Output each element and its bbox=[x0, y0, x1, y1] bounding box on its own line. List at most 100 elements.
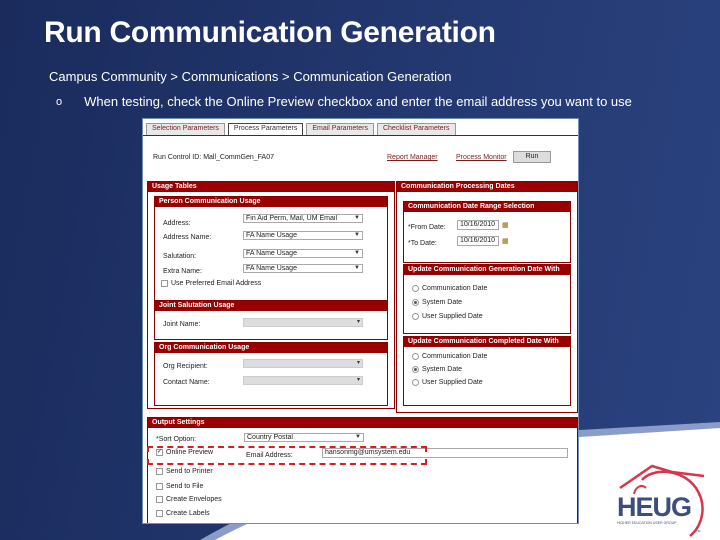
tab-email-parameters[interactable]: Email Parameters bbox=[306, 123, 374, 135]
chevron-down-icon: ▼ bbox=[354, 265, 360, 271]
address-value: Fin Aid Perm, Mail, UM Email bbox=[246, 215, 338, 222]
usage-tables-header: Usage Tables bbox=[148, 182, 394, 192]
radio-label: User Supplied Date bbox=[422, 313, 483, 320]
checkbox-label: Create Envelopes bbox=[166, 496, 222, 503]
checkbox-box[interactable] bbox=[161, 280, 168, 287]
chevron-down-icon: ▼ bbox=[354, 215, 360, 221]
highlight-box bbox=[147, 446, 427, 465]
sort-option-value: Country Postal bbox=[247, 434, 293, 441]
chevron-down-icon: ▾ bbox=[356, 360, 360, 366]
send-to-file-checkbox[interactable]: Send to File bbox=[156, 483, 203, 490]
heug-logo-text: HEUG bbox=[617, 492, 692, 522]
gen-user-supplied-date-radio[interactable]: User Supplied Date bbox=[412, 313, 483, 320]
checkbox-label: Send to Printer bbox=[166, 468, 213, 475]
completed-date-section: Update Communication Completed Date With… bbox=[403, 336, 571, 406]
address-name-label: Address Name: bbox=[163, 234, 212, 241]
tab-process-parameters[interactable]: Process Parameters bbox=[227, 123, 304, 135]
create-envelopes-checkbox[interactable]: Create Envelopes bbox=[156, 496, 222, 503]
output-settings-section: Output Settings *Sort Option: Country Po… bbox=[147, 417, 578, 523]
checkbox-label: Create Labels bbox=[166, 510, 210, 517]
chevron-down-icon: ▾ bbox=[356, 319, 360, 325]
breadcrumb: Campus Community > Communications > Comm… bbox=[49, 69, 452, 84]
checkbox-box[interactable] bbox=[156, 483, 163, 490]
run-control-value: Mall_CommGen_FA07 bbox=[203, 154, 275, 161]
sort-option-select[interactable]: Country Postal ▼ bbox=[244, 433, 364, 442]
gen-system-date-radio[interactable]: System Date bbox=[412, 299, 462, 306]
radio-button[interactable] bbox=[412, 353, 419, 360]
bullet-item: o When testing, check the Online Preview… bbox=[56, 94, 632, 109]
calendar-icon[interactable]: ▦ bbox=[502, 237, 509, 245]
contact-name-label: Contact Name: bbox=[163, 379, 210, 386]
radio-label: Communication Date bbox=[422, 285, 488, 292]
person-usage-section: Person Communication Usage Address: Fin … bbox=[154, 196, 388, 302]
org-usage-section: Org Communication Usage Org Recipient: ▾… bbox=[154, 342, 388, 406]
usage-tables-section: Usage Tables Person Communication Usage … bbox=[147, 181, 395, 409]
joint-name-label: Joint Name: bbox=[163, 321, 201, 328]
heug-trademark: TM bbox=[696, 529, 701, 533]
address-select[interactable]: Fin Aid Perm, Mail, UM Email ▼ bbox=[243, 214, 363, 223]
person-usage-header: Person Communication Usage bbox=[155, 197, 387, 207]
run-button[interactable]: Run bbox=[513, 151, 551, 163]
checkbox-box[interactable] bbox=[156, 510, 163, 517]
extra-name-label: Extra Name: bbox=[163, 268, 202, 275]
address-name-value: FA Name Usage bbox=[246, 232, 297, 239]
screenshot-panel: Selection Parameters Process Parameters … bbox=[142, 118, 579, 524]
radio-button[interactable] bbox=[412, 313, 419, 320]
comp-communication-date-radio[interactable]: Communication Date bbox=[412, 353, 487, 360]
joint-name-select[interactable]: ▾ bbox=[243, 318, 363, 327]
processing-dates-section: Communication Processing Dates Communica… bbox=[396, 181, 578, 413]
joint-usage-section: Joint Salutation Usage Joint Name: ▾ bbox=[154, 300, 388, 340]
checkbox-box[interactable] bbox=[156, 496, 163, 503]
gen-date-section: Update Communication Generation Date Wit… bbox=[403, 264, 571, 334]
to-date-label: *To Date: bbox=[408, 240, 437, 247]
salutation-select[interactable]: FA Name Usage ▼ bbox=[243, 249, 363, 258]
checkbox-box[interactable] bbox=[156, 468, 163, 475]
bullet-marker: o bbox=[56, 96, 63, 108]
calendar-icon[interactable]: ▦ bbox=[502, 221, 509, 229]
tab-selection-parameters[interactable]: Selection Parameters bbox=[146, 123, 225, 135]
from-date-label: *From Date: bbox=[408, 224, 446, 231]
from-date-input[interactable]: 10/16/2010 bbox=[457, 220, 499, 230]
completed-date-header: Update Communication Completed Date With bbox=[404, 337, 570, 347]
run-control-label: Run Control ID: bbox=[153, 154, 202, 161]
tab-divider bbox=[143, 135, 578, 136]
extra-name-select[interactable]: FA Name Usage ▼ bbox=[243, 264, 363, 273]
create-labels-checkbox[interactable]: Create Labels bbox=[156, 510, 210, 517]
slide-title: Run Communication Generation bbox=[44, 16, 496, 49]
comp-system-date-radio[interactable]: System Date bbox=[412, 366, 462, 373]
address-name-select[interactable]: FA Name Usage ▼ bbox=[243, 231, 363, 240]
checkbox-label: Send to File bbox=[166, 483, 204, 490]
heug-logo-subtitle: HIGHER EDUCATION USER GROUP bbox=[617, 521, 677, 525]
processing-dates-header: Communication Processing Dates bbox=[397, 182, 577, 192]
salutation-value: FA Name Usage bbox=[246, 250, 297, 257]
radio-button[interactable] bbox=[412, 366, 419, 373]
radio-button[interactable] bbox=[412, 299, 419, 306]
contact-name-select[interactable]: ▾ bbox=[243, 376, 363, 385]
process-monitor-link[interactable]: Process Monitor bbox=[456, 154, 507, 161]
comp-user-supplied-date-radio[interactable]: User Supplied Date bbox=[412, 379, 483, 386]
tab-checklist-parameters[interactable]: Checklist Parameters bbox=[376, 123, 456, 135]
chevron-down-icon: ▾ bbox=[356, 377, 360, 383]
use-preferred-email-label: Use Preferred Email Address bbox=[171, 280, 262, 287]
send-to-printer-checkbox[interactable]: Send to Printer bbox=[156, 468, 213, 475]
org-recipient-select[interactable]: ▾ bbox=[243, 359, 363, 368]
radio-button[interactable] bbox=[412, 285, 419, 292]
org-recipient-label: Org Recipient: bbox=[163, 363, 208, 370]
chevron-down-icon: ▼ bbox=[355, 434, 361, 440]
radio-button[interactable] bbox=[412, 379, 419, 386]
output-settings-header: Output Settings bbox=[148, 418, 577, 428]
sort-option-label: *Sort Option: bbox=[156, 436, 197, 443]
joint-usage-header: Joint Salutation Usage bbox=[155, 301, 387, 311]
org-usage-header: Org Communication Usage bbox=[155, 343, 387, 353]
bullet-text: When testing, check the Online Preview c… bbox=[84, 94, 632, 109]
report-manager-link[interactable]: Report Manager bbox=[387, 154, 438, 161]
tab-bar: Selection Parameters Process Parameters … bbox=[146, 123, 456, 135]
gen-communication-date-radio[interactable]: Communication Date bbox=[412, 285, 487, 292]
extra-name-value: FA Name Usage bbox=[246, 265, 297, 272]
use-preferred-email-checkbox[interactable]: Use Preferred Email Address bbox=[161, 280, 261, 287]
radio-label: System Date bbox=[422, 299, 463, 306]
to-date-input[interactable]: 10/16/2010 bbox=[457, 236, 499, 246]
gen-date-header: Update Communication Generation Date Wit… bbox=[404, 265, 570, 275]
chevron-down-icon: ▼ bbox=[354, 232, 360, 238]
radio-label: Communication Date bbox=[422, 353, 488, 360]
